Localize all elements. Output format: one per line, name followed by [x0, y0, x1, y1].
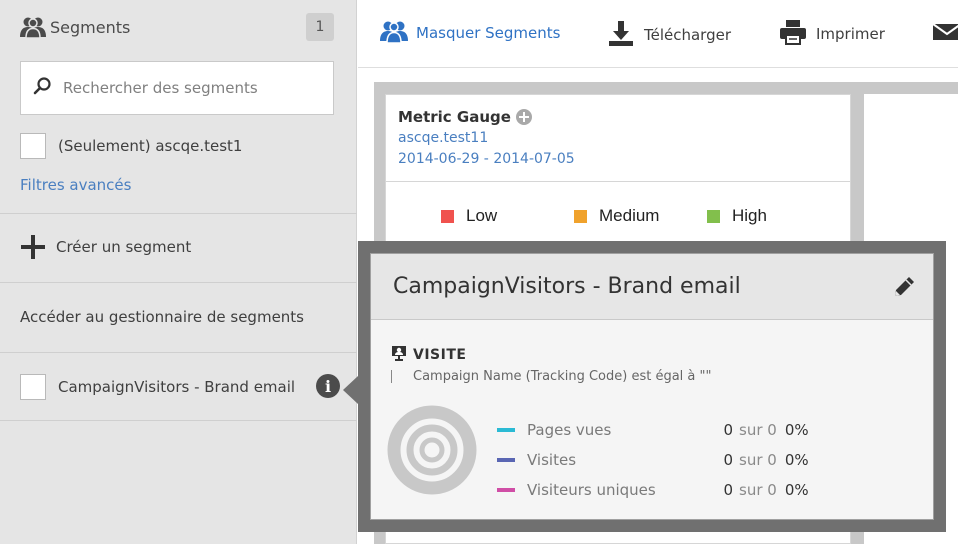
metric-name: Visites [527, 451, 577, 469]
metric-total: sur 0 [739, 481, 777, 499]
divider [0, 420, 357, 421]
create-segment-button[interactable]: Créer un segment [20, 234, 191, 260]
metrics-donut-chart [387, 405, 477, 495]
legend-item-high: High [707, 206, 767, 226]
divider [0, 282, 357, 283]
divider [385, 181, 851, 182]
pencil-icon[interactable] [891, 274, 917, 300]
only-segment-checkbox[interactable] [20, 133, 46, 159]
metric-swatch [497, 458, 515, 462]
segment-search-input[interactable] [63, 79, 313, 97]
popover-arrow [343, 376, 358, 404]
metric-total: sur 0 [739, 451, 777, 469]
plus-icon [20, 234, 46, 260]
metric-swatch [497, 428, 515, 432]
metric-value: 0 [723, 451, 733, 469]
legend-label: Low [466, 206, 498, 225]
metric-value: 0 [723, 421, 733, 439]
metric-percent: 0% [784, 451, 809, 469]
only-segment-option[interactable]: (Seulement) ascqe.test1 [20, 133, 242, 159]
metric-name: Visiteurs uniques [527, 481, 656, 499]
legend-label: Medium [599, 206, 660, 225]
segments-panel: Segments 1 (Seulement) ascqe.test1 Filtr… [0, 0, 357, 544]
print-icon [778, 18, 816, 50]
container-heading: VISITE [391, 345, 466, 365]
segment-checkbox[interactable] [20, 373, 46, 400]
metric-row-unique-visitors: Visiteurs uniques 0 sur 0 0% [497, 481, 837, 499]
segment-manager-link[interactable]: Accéder au gestionnaire de segments [20, 308, 304, 326]
metric-percent: 0% [784, 481, 809, 499]
advanced-filters-link[interactable]: Filtres avancés [20, 176, 131, 194]
popover-body: CampaignVisitors - Brand email VISITE Ca… [370, 253, 934, 520]
metric-name: Pages vues [527, 421, 612, 439]
legend-item-medium: Medium [574, 206, 659, 226]
download-button[interactable]: Télécharger [606, 18, 731, 52]
segment-info-popover: CampaignVisitors - Brand email VISITE Ca… [358, 241, 946, 532]
segment-item-label: CampaignVisitors - Brand email [58, 377, 296, 396]
segment-list-item[interactable]: CampaignVisitors - Brand email [0, 353, 357, 420]
card-title: Metric Gauge [398, 108, 532, 126]
users-icon [20, 15, 46, 39]
print-button[interactable]: Imprimer [778, 18, 885, 50]
popover-header: CampaignVisitors - Brand email [371, 254, 933, 320]
segments-count-badge: 1 [306, 13, 334, 41]
segment-search-box[interactable] [20, 61, 334, 115]
legend-item-low: Low [441, 206, 497, 226]
rule-text: Campaign Name (Tracking Code) est égal à… [413, 369, 712, 384]
report-suite-link[interactable]: ascqe.test11 [398, 130, 488, 146]
metric-total: sur 0 [739, 421, 777, 439]
print-label: Imprimer [816, 25, 885, 43]
container-label: VISITE [413, 347, 467, 363]
legend-swatch [441, 209, 454, 223]
toolbar: Masquer Segments Télécharger Imprimer [358, 0, 958, 68]
metric-row-page-views: Pages vues 0 sur 0 0% [497, 421, 837, 439]
hide-segments-button[interactable]: Masquer Segments [380, 18, 560, 48]
metric-swatch [497, 488, 515, 492]
hide-segments-label: Masquer Segments [416, 24, 561, 42]
legend-swatch [574, 209, 587, 223]
legend-label: High [732, 206, 767, 225]
create-segment-label: Créer un segment [56, 238, 192, 256]
only-segment-label: (Seulement) ascqe.test1 [58, 137, 243, 155]
download-label: Télécharger [644, 26, 732, 44]
metric-percent: 0% [784, 421, 809, 439]
rule-indent-bar [391, 370, 392, 383]
date-range-link[interactable]: 2014-06-29 - 2014-07-05 [398, 151, 575, 167]
add-circle-icon[interactable] [515, 109, 532, 125]
divider [0, 213, 357, 214]
search-icon [33, 76, 53, 100]
legend-swatch [707, 209, 720, 223]
metric-value: 0 [723, 481, 733, 499]
info-icon[interactable]: i [316, 374, 340, 398]
segment-rule: Campaign Name (Tracking Code) est égal à… [391, 369, 711, 384]
segments-title: Segments [50, 17, 131, 37]
card-title-text: Metric Gauge [398, 108, 511, 126]
email-button[interactable] [932, 18, 958, 46]
mail-icon [932, 18, 958, 46]
popover-title: CampaignVisitors - Brand email [393, 274, 741, 299]
download-icon [606, 18, 644, 52]
metric-row-visits: Visites 0 sur 0 0% [497, 451, 837, 469]
visit-icon [391, 345, 407, 365]
segments-header: Segments 1 [20, 12, 334, 42]
users-icon [380, 18, 416, 48]
